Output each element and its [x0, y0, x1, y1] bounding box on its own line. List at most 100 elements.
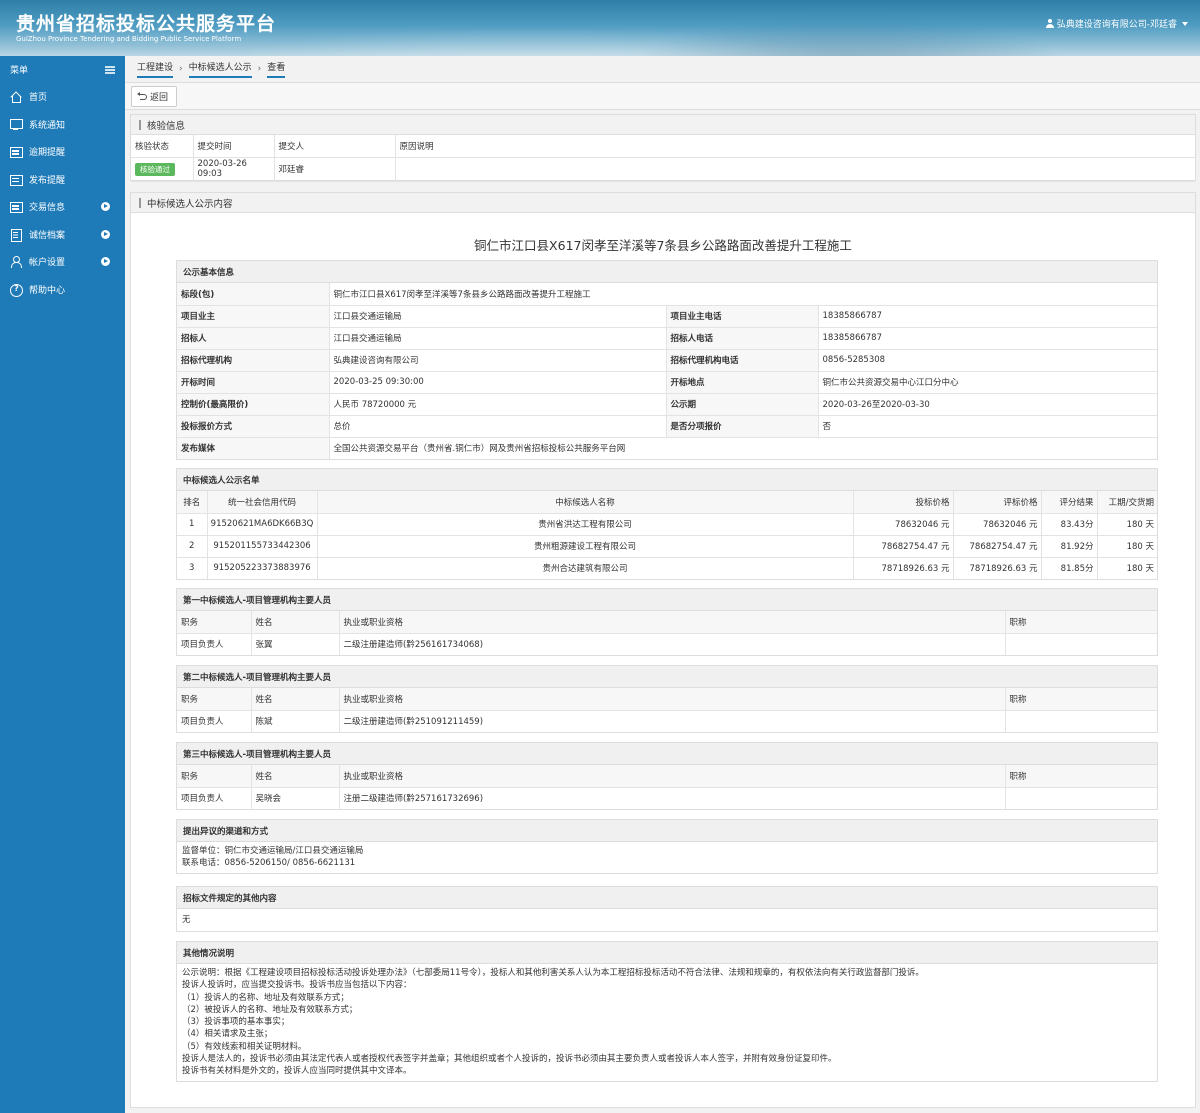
bid-cell: 78682754.47 元 — [853, 535, 954, 558]
cert-cell: 二级注册建造师(黔251091211459) — [339, 710, 1006, 732]
table-row: 项目负责人 陈斌 二级注册建造师(黔251091211459) — [177, 710, 1157, 732]
staff-table: 职务 姓名 执业或职业资格 职称 项目负责人 张翼 二级注册建造师(黔25616… — [177, 611, 1157, 655]
rank-cell: 3 — [177, 557, 208, 579]
sidebar-item-account[interactable]: 帐户设置 — [0, 248, 125, 276]
field-value: 2020-03-26至2020-03-30 — [818, 393, 1157, 416]
column-header: 执业或职业资格 — [339, 688, 1006, 711]
chevron-right-icon: › — [179, 64, 183, 74]
period-cell: 180 天 — [1097, 535, 1157, 558]
field-value: 铜仁市江口县X617闵孝至洋溪等7条县乡公路路面改善提升工程施工 — [329, 283, 1157, 306]
verify-table: 核验状态 提交时间 提交人 原因说明 核验通过 2020-03-26 09:03… — [131, 135, 1195, 182]
back-button[interactable]: 返回 — [131, 86, 178, 107]
sidebar-item-label: 帐户设置 — [29, 258, 66, 269]
notice-title: 铜仁市江口县X617闵孝至洋溪等7条县乡公路路面改善提升工程施工 — [474, 238, 852, 253]
sidebar-item-trade-info[interactable]: 交易信息 — [0, 193, 125, 221]
column-header: 核验状态 — [131, 135, 194, 158]
staff-table: 职务 姓名 执业或职业资格 职称 项目负责人 吴晓会 注册二级建造师(黔2571… — [177, 765, 1157, 809]
breadcrumb-item[interactable]: 查看 — [267, 60, 286, 78]
sidebar-item-notifications[interactable]: 系统通知 — [0, 111, 125, 139]
column-header: 排名 — [177, 491, 208, 514]
basic-info-table: 标段(包) 铜仁市江口县X617闵孝至洋溪等7条县乡公路路面改善提升工程施工 项… — [177, 283, 1157, 459]
sidebar-item-overdue[interactable]: 逾期提醒 — [0, 138, 125, 166]
field-value: 18385866787 — [818, 327, 1157, 350]
user-icon — [1045, 19, 1054, 28]
sidebar-item-label: 诚信档案 — [29, 230, 66, 241]
sidebar-item-home[interactable]: 首页 — [0, 83, 125, 111]
field-value: 2020-03-25 09:30:00 — [329, 371, 667, 394]
rank-cell: 2 — [177, 535, 208, 558]
sidebar-item-label: 首页 — [29, 93, 48, 104]
role-cell: 项目负责人 — [177, 710, 252, 732]
table-row: 项目负责人 张翼 二级注册建造师(黔256161734068) — [177, 633, 1157, 655]
text-line: 投诉人投诉时，应当提交投诉书。投诉书应当包括以下内容： — [182, 980, 412, 991]
section-title: 第一中标候选人-项目管理机构主要人员 — [177, 589, 1157, 611]
period-cell: 180 天 — [1097, 513, 1157, 536]
other-content-section: 招标文件规定的其他内容 无 — [176, 886, 1158, 933]
score-cell: 81.92分 — [1041, 535, 1098, 558]
verify-person: 邓廷睿 — [274, 157, 396, 182]
monitor-icon — [10, 118, 23, 130]
section-title: 其他情况说明 — [177, 942, 1157, 964]
column-header: 职称 — [1005, 611, 1157, 634]
status-badge: 核验通过 — [135, 162, 175, 176]
rank-cell: 1 — [177, 513, 208, 536]
name-cell: 张翼 — [251, 633, 340, 655]
user-name: 弘典建设咨询有限公司-邓廷睿 — [1056, 20, 1177, 30]
role-cell: 项目负责人 — [177, 633, 252, 655]
menu-label: 菜单 — [10, 66, 29, 76]
column-header: 执业或职业资格 — [339, 611, 1006, 634]
text-line: （3）投诉事项的基本事实； — [182, 1017, 290, 1028]
field-value: 全国公共资源交易平台（贵州省.铜仁市）网及贵州省招标投标公共服务平台网 — [333, 444, 626, 455]
toolbar: 返回 — [125, 82, 1200, 110]
staff-section-1: 第一中标候选人-项目管理机构主要人员 职务 姓名 执业或职业资格 职称 项目负责… — [176, 588, 1158, 656]
notice-panel-header: 中标候选人公示内容 — [131, 193, 1195, 213]
bid-cell: 78632046 元 — [853, 513, 954, 536]
sidebar-item-label: 逾期提醒 — [29, 148, 66, 159]
help-icon — [10, 283, 23, 297]
verify-status-cell: 核验通过 — [131, 157, 194, 182]
sidebar-item-help[interactable]: 帮助中心 — [0, 276, 125, 304]
column-header: 提交人 — [274, 135, 396, 158]
site-subtitle: GuiZhou Province Tendering and Bidding P… — [16, 35, 242, 43]
other-notes-section: 其他情况说明 公示说明：根据《工程建设项目招标投标活动投诉处理办法》（七部委局1… — [176, 941, 1158, 1082]
sidebar-item-publish[interactable]: 发布提醒 — [0, 166, 125, 194]
sidebar-item-label: 系统通知 — [29, 120, 66, 131]
score-cell: 81.85分 — [1041, 557, 1098, 579]
sidebar-item-credit[interactable]: 诚信档案 — [0, 221, 125, 249]
field-label: 招标人电话 — [666, 327, 819, 350]
column-header: 工期/交货期 — [1097, 491, 1157, 514]
field-label: 投标报价方式 — [177, 415, 330, 438]
notice-panel: 中标候选人公示内容 铜仁市江口县X617闵孝至洋溪等7条县乡公路路面改善提升工程… — [130, 192, 1196, 1108]
rank-title-cell — [1005, 710, 1157, 732]
section-title: 公示基本信息 — [177, 261, 1157, 283]
basic-info-section: 公示基本信息 标段(包) 铜仁市江口县X617闵孝至洋溪等7条县乡公路路面改善提… — [176, 260, 1158, 460]
field-value: 0856-5285308 — [818, 349, 1157, 372]
name-cell: 贵州合达建筑有限公司 — [317, 557, 854, 579]
column-header: 职称 — [1005, 688, 1157, 711]
text-line: 联系电话：0856-5206150/ 0856-6621131 — [182, 858, 356, 869]
hamburger-icon[interactable] — [105, 65, 115, 74]
breadcrumb-item[interactable]: 工程建设 — [137, 60, 174, 78]
field-label: 招标人 — [177, 327, 330, 350]
user-menu[interactable]: 弘典建设咨询有限公司-邓廷睿 — [1045, 17, 1188, 30]
staff-table: 职务 姓名 执业或职业资格 职称 项目负责人 陈斌 二级注册建造师(黔25109… — [177, 688, 1157, 732]
back-icon — [137, 91, 147, 100]
table-row: 2 915201155733442306 贵州粗源建设工程有限公司 786827… — [177, 535, 1157, 558]
text-line: 投诉人是法人的，投诉书必须由其法定代表人或者授权代表签字并盖章；其他组织或者个人… — [182, 1054, 837, 1065]
section-title: 第三中标候选人-项目管理机构主要人员 — [177, 743, 1157, 765]
verify-reason — [395, 157, 1195, 182]
cert-cell: 注册二级建造师(黔257161732696) — [339, 787, 1006, 809]
section-title: 中标候选人公示名单 — [177, 469, 1157, 491]
chevron-right-icon — [101, 229, 110, 239]
document-icon — [10, 228, 22, 242]
column-header: 统一社会信用代码 — [207, 491, 318, 514]
eval-cell: 78718926.63 元 — [953, 557, 1042, 579]
text-line: （4）相关请求及主张； — [182, 1029, 273, 1040]
name-cell: 贵州省洪达工程有限公司 — [317, 513, 854, 536]
other-content-text: 无 — [182, 915, 191, 925]
section-title: 第二中标候选人-项目管理机构主要人员 — [177, 666, 1157, 688]
column-header: 提交时间 — [193, 135, 275, 158]
text-line: （5）有效线索和相关证明材料。 — [182, 1041, 307, 1052]
breadcrumb-item[interactable]: 中标候选人公示 — [188, 60, 252, 78]
field-value: 否 — [818, 415, 1157, 438]
